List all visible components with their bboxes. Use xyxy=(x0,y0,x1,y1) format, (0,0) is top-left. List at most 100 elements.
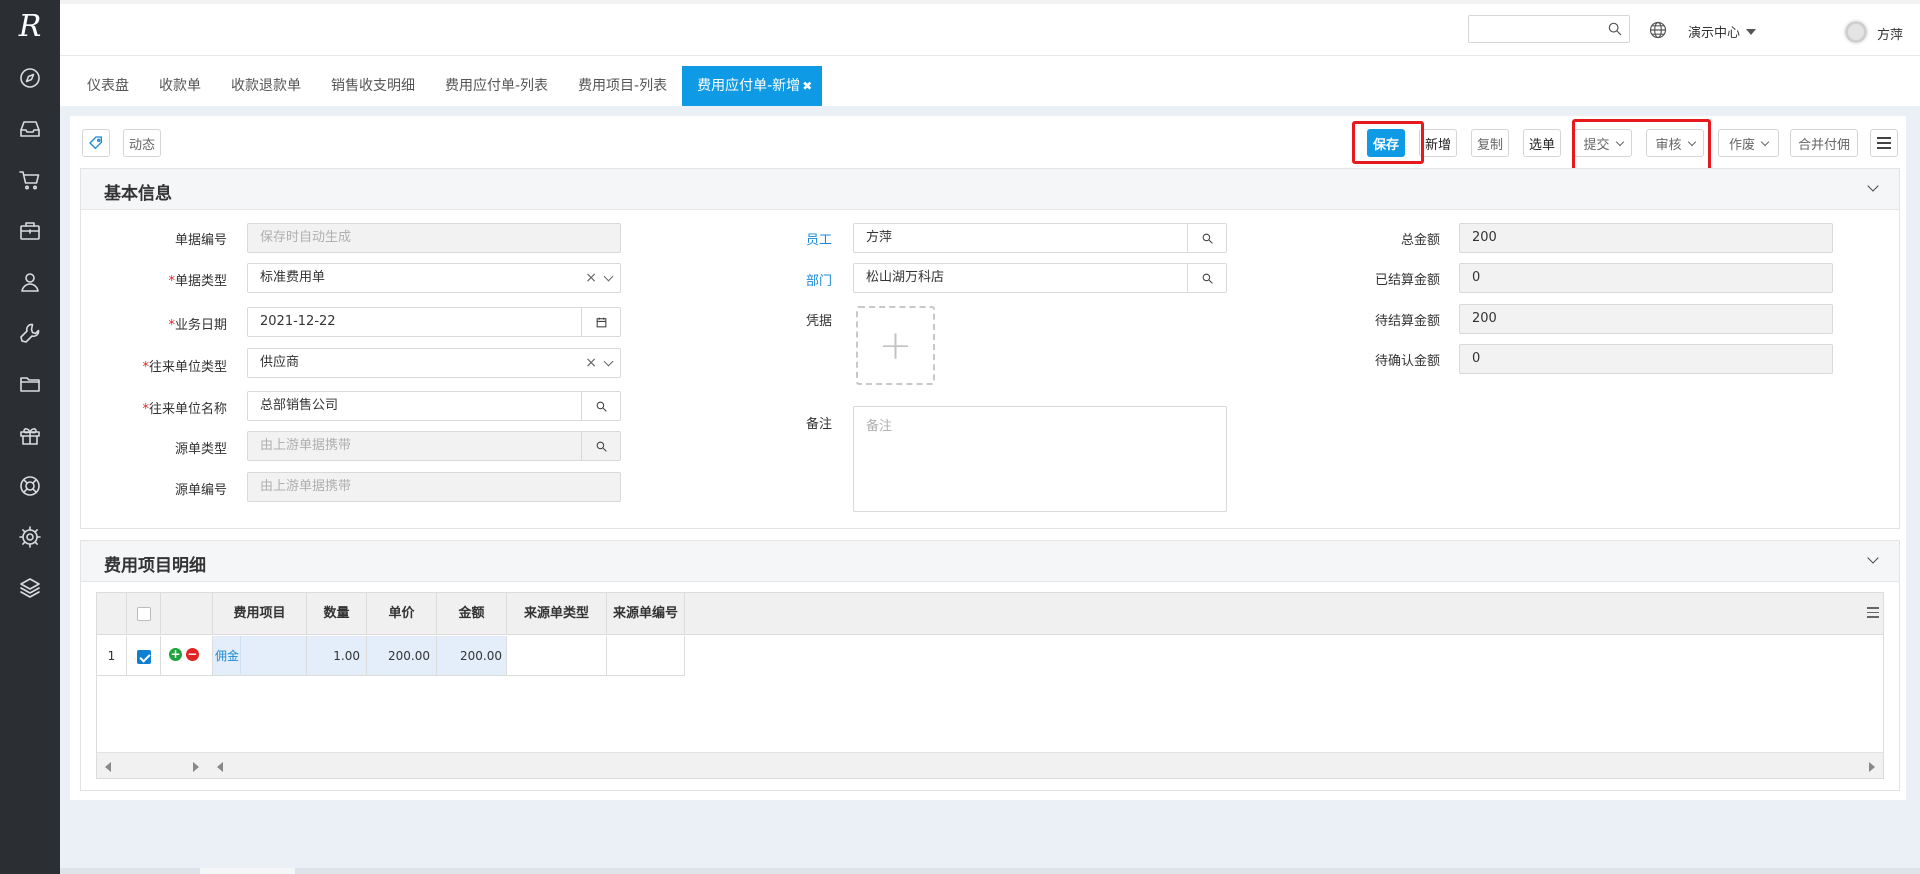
col-qty[interactable]: 数量 xyxy=(307,593,367,635)
col-src-no[interactable]: 来源单编号 xyxy=(607,593,685,635)
tab-expense-payable-list[interactable]: 费用应付单-列表 xyxy=(430,66,563,106)
dept-label[interactable]: 部门 xyxy=(780,270,832,289)
column-menu-icon[interactable] xyxy=(1867,607,1879,621)
upload-button[interactable]: + xyxy=(856,306,935,385)
clear-icon[interactable]: × xyxy=(585,349,597,377)
cell-amount[interactable]: 200.00 xyxy=(437,636,507,676)
new-button[interactable]: 新增 xyxy=(1419,129,1457,157)
user-name[interactable]: 方萍 xyxy=(1877,24,1903,43)
pending-settle-label: 待结算金额 xyxy=(1374,314,1440,329)
select-all-checkbox[interactable] xyxy=(136,606,151,621)
grid-header: 费用项目 数量 单价 金额 来源单类型 来源单编号 xyxy=(97,593,1883,635)
horizontal-scrollbar[interactable] xyxy=(97,752,1883,778)
calendar-icon[interactable] xyxy=(581,308,620,336)
inbox-icon[interactable] xyxy=(0,103,60,154)
lifebuoy-icon[interactable] xyxy=(0,460,60,511)
org-switcher[interactable]: 演示中心 xyxy=(1688,22,1757,41)
globe-icon[interactable] xyxy=(1648,20,1670,42)
tab-label: 费用应付单-新增 xyxy=(697,78,801,94)
search-icon[interactable] xyxy=(581,392,620,420)
dept-field[interactable]: 松山湖万科店 xyxy=(853,263,1227,293)
gift-icon[interactable] xyxy=(0,409,60,460)
remark-textarea[interactable]: 备注 xyxy=(853,406,1227,512)
doc-type-select[interactable]: 标准费用单 × xyxy=(247,263,621,293)
row-number-header xyxy=(97,593,127,635)
tab-close-icon[interactable]: ✖ xyxy=(802,79,812,93)
app-logo: R xyxy=(18,8,42,44)
employee-field[interactable]: 方萍 xyxy=(853,223,1227,253)
pick-order-button[interactable]: 选单 xyxy=(1523,129,1561,157)
partner-type-select[interactable]: 供应商 × xyxy=(247,348,621,378)
merge-pay-button[interactable]: 合并付佣 xyxy=(1790,129,1858,157)
voucher-label: 凭据 xyxy=(805,314,832,329)
cell-src-type[interactable] xyxy=(507,636,607,676)
add-row-icon[interactable]: + xyxy=(169,648,182,661)
tab-expense-item-list[interactable]: 费用项目-列表 xyxy=(563,66,682,106)
scroll-right-icon[interactable] xyxy=(193,762,199,772)
gear-icon[interactable] xyxy=(0,511,60,562)
more-menu-button[interactable] xyxy=(1870,129,1898,157)
settled-field: 0 xyxy=(1459,263,1833,293)
row-select-cell[interactable] xyxy=(127,636,161,676)
layers-icon[interactable] xyxy=(0,562,60,613)
chevron-down-icon xyxy=(1760,137,1770,146)
settled-label: 已结算金额 xyxy=(1374,273,1440,288)
biz-date-value: 2021-12-22 xyxy=(260,314,336,329)
tab-receipt[interactable]: 收款单 xyxy=(144,66,216,106)
pending-confirm-field: 0 xyxy=(1459,344,1833,374)
select-all-cell[interactable] xyxy=(127,593,161,635)
scroll-right-icon[interactable] xyxy=(1869,762,1875,772)
wrench-icon[interactable] xyxy=(0,307,60,358)
partner-type-label: *往来单位类型 xyxy=(142,360,227,375)
remove-row-icon[interactable]: − xyxy=(185,648,199,661)
void-label: 作废 xyxy=(1728,137,1755,153)
search-icon[interactable] xyxy=(1187,224,1226,252)
user-icon[interactable] xyxy=(0,256,60,307)
copy-button[interactable]: 复制 xyxy=(1471,129,1509,157)
panel-title: 基本信息 xyxy=(104,184,172,204)
clear-icon[interactable]: × xyxy=(585,264,597,292)
global-search-input[interactable] xyxy=(1468,15,1630,43)
col-amount[interactable]: 金额 xyxy=(437,593,507,635)
basic-info-header[interactable]: 基本信息 xyxy=(81,169,1899,210)
dept-value: 松山湖万科店 xyxy=(866,270,945,285)
menu-icon xyxy=(1877,137,1891,149)
row-number: 1 xyxy=(97,636,127,676)
dynamic-button[interactable]: 动态 xyxy=(123,129,161,157)
search-icon[interactable] xyxy=(1187,264,1226,292)
cell-price[interactable]: 200.00 xyxy=(367,636,437,676)
partner-name-field[interactable]: 总部销售公司 xyxy=(247,391,621,421)
cell-item-value[interactable]: 佣金 xyxy=(215,636,242,674)
employee-label[interactable]: 员工 xyxy=(780,229,832,248)
tab-bar: 仪表盘 收款单 收款退款单 销售收支明细 费用应付单-列表 费用项目-列表 费用… xyxy=(60,66,1920,106)
page-scrollbar[interactable] xyxy=(60,868,1920,874)
col-src-type[interactable]: 来源单类型 xyxy=(507,593,607,635)
avatar[interactable] xyxy=(1843,19,1869,45)
chevron-down-icon[interactable] xyxy=(1867,552,1879,564)
chevron-down-icon[interactable] xyxy=(1867,180,1879,192)
org-name: 演示中心 xyxy=(1688,26,1741,41)
tab-dashboard[interactable]: 仪表盘 xyxy=(72,66,144,106)
scroll-left-icon[interactable] xyxy=(217,762,223,772)
tab-receipt-refund[interactable]: 收款退款单 xyxy=(216,66,316,106)
row-checkbox[interactable] xyxy=(136,649,151,664)
biz-date-field[interactable]: 2021-12-22 xyxy=(247,307,621,337)
scroll-left-icon[interactable] xyxy=(105,762,111,772)
tab-expense-payable-new[interactable]: 费用应付单-新增 ✖ xyxy=(682,66,823,106)
cell-src-no[interactable] xyxy=(607,636,685,676)
page-scrollbar-thumb[interactable] xyxy=(200,868,295,874)
tag-button[interactable] xyxy=(82,129,110,157)
briefcase-icon[interactable] xyxy=(0,205,60,256)
detail-grid: 费用项目 数量 单价 金额 来源单类型 来源单编号 1 + − 佣金 1.00 … xyxy=(96,592,1884,779)
col-item[interactable]: 费用项目 xyxy=(213,593,307,635)
void-dropdown[interactable]: 作废 xyxy=(1718,129,1779,157)
folder-icon[interactable] xyxy=(0,358,60,409)
cart-icon[interactable] xyxy=(0,154,60,205)
tab-sales-detail[interactable]: 销售收支明细 xyxy=(316,66,430,106)
detail-header[interactable]: 费用项目明细 xyxy=(81,541,1899,582)
compass-icon[interactable] xyxy=(0,52,60,103)
search-icon[interactable] xyxy=(1607,21,1623,37)
cell-item[interactable]: 佣金 xyxy=(213,636,307,676)
col-price[interactable]: 单价 xyxy=(367,593,437,635)
cell-qty[interactable]: 1.00 xyxy=(307,636,367,676)
